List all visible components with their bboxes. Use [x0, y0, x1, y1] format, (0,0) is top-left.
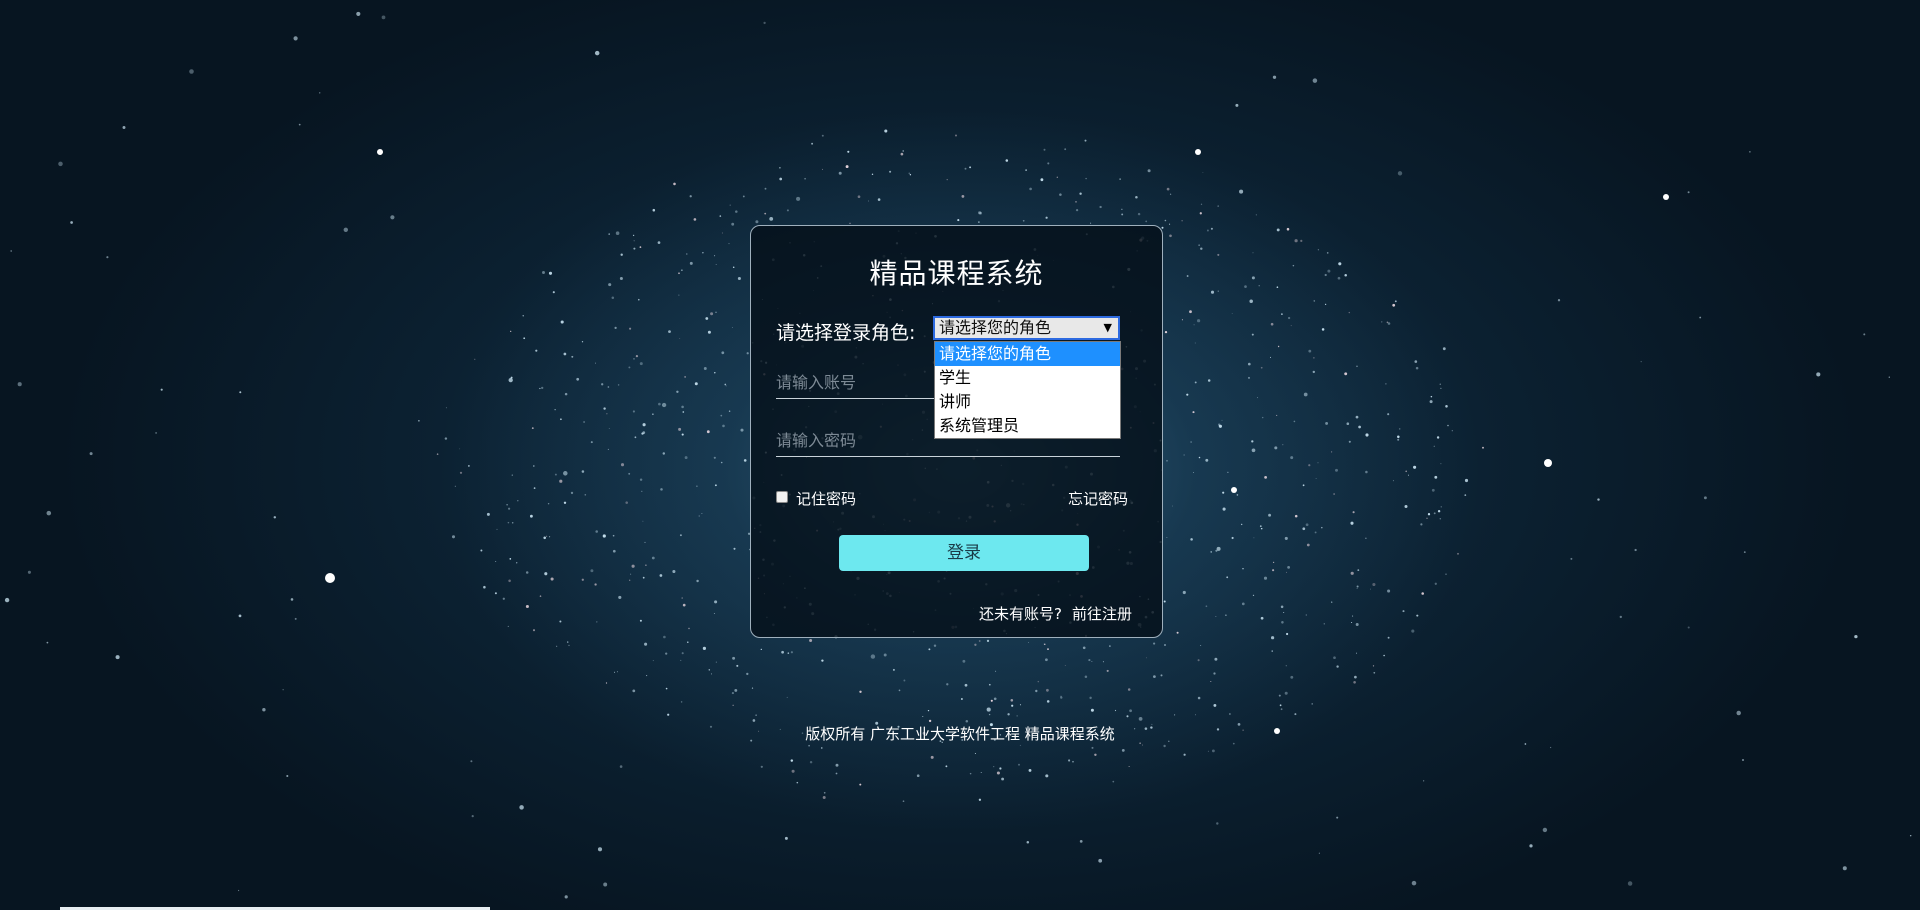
role-label: 请选择登录角色:: [776, 322, 916, 344]
role-option[interactable]: 请选择您的角色: [935, 342, 1120, 366]
chevron-down-icon: ▼: [1103, 321, 1112, 334]
role-option[interactable]: 系统管理员: [935, 414, 1120, 438]
register-link[interactable]: 前往注册: [1072, 605, 1132, 623]
remember-checkbox[interactable]: [776, 490, 788, 503]
app-title: 精品课程系统: [869, 257, 1044, 290]
role-selected-value: 请选择您的角色: [939, 318, 1052, 337]
login-panel: 精品课程系统 请选择登录角色: 请选择您的角色 ▼ 请选择您的角色 学生 讲师 …: [750, 225, 1163, 638]
forgot-password-link[interactable]: 忘记密码: [1068, 488, 1128, 509]
role-select[interactable]: 请选择您的角色 ▼: [933, 316, 1120, 340]
register-prompt: 还未有账号? 前往注册: [979, 603, 1132, 624]
no-account-text: 还未有账号?: [979, 605, 1062, 623]
copyright-footer: 版权所有 广东工业大学软件工程 精品课程系统: [805, 725, 1115, 743]
role-dropdown-list: 请选择您的角色 学生 讲师 系统管理员: [934, 341, 1121, 439]
role-option[interactable]: 讲师: [935, 390, 1120, 414]
remember-password: 记住密码: [776, 486, 857, 508]
remember-label: 记住密码: [796, 490, 857, 508]
role-option[interactable]: 学生: [935, 366, 1120, 390]
login-button[interactable]: 登录: [839, 535, 1089, 571]
